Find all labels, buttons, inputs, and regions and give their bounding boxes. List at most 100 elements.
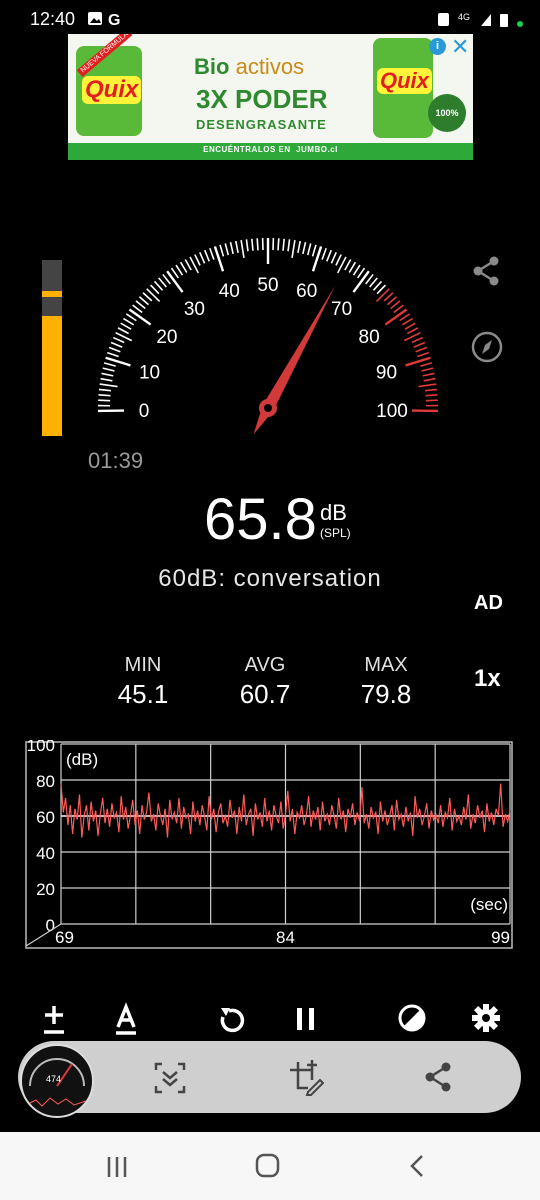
stat-max-value: 79.8: [360, 679, 412, 709]
ad-badge: NUEVA FÓRMULA: [76, 34, 133, 77]
status-notification-icons: G: [88, 12, 120, 27]
share-icon[interactable]: [470, 254, 504, 288]
gauge-tick: [321, 247, 327, 260]
thumbnail-value: 474: [46, 1074, 61, 1084]
stat-min-value: 45.1: [117, 679, 169, 709]
ad-headline: Bio activos: [194, 54, 304, 80]
gauge-tick: [369, 277, 378, 288]
sound-gauge: 0 10 20 30 40 50 60 70 80 90 100: [98, 238, 438, 435]
status-system-icons: 4G: [438, 12, 523, 27]
ad-brand-left: Quix: [82, 76, 142, 104]
gauge-tick: [372, 280, 383, 291]
gauge-tick: [401, 317, 413, 326]
gear-icon: [472, 1004, 500, 1032]
weighting-button[interactable]: [106, 1000, 146, 1040]
gauge-tick: [170, 267, 179, 279]
gauge-tick: [101, 372, 114, 377]
gauge-label: 0: [139, 401, 150, 422]
pause-button[interactable]: [286, 1000, 326, 1040]
gauge-tick: [158, 277, 167, 288]
stat-min: MIN 45.1: [88, 654, 198, 710]
gauge-tick: [123, 317, 135, 326]
reading-unit: dB: [320, 500, 347, 525]
gauge-tick: [108, 346, 121, 353]
system-navigation-bar: [0, 1132, 540, 1200]
noise-description: 60dB: conversation: [158, 565, 382, 592]
chart-x-label: (sec): [470, 895, 508, 914]
gauge-label: 10: [139, 362, 160, 383]
settings-button[interactable]: [466, 1000, 506, 1040]
level-meter-bar: [42, 260, 62, 436]
gauge-tick: [98, 388, 112, 392]
gauge-tick: [415, 346, 428, 353]
reset-icon: [220, 1008, 245, 1033]
chart-frame: [25, 741, 513, 949]
reading-unit-sub: (SPL): [320, 526, 351, 540]
ad-label[interactable]: AD: [474, 592, 503, 615]
gauge-tick: [375, 288, 390, 303]
home-icon[interactable]: [254, 1152, 282, 1180]
reset-button[interactable]: [212, 1000, 252, 1040]
gauge-tick: [103, 362, 116, 367]
recent-apps-icon[interactable]: [104, 1154, 130, 1180]
status-time: 12:40: [30, 9, 76, 29]
svg-text:G: G: [108, 12, 120, 27]
chart-x-tick: 84: [276, 928, 295, 947]
back-icon[interactable]: [404, 1152, 432, 1180]
gauge-label: 30: [184, 299, 205, 320]
gauge-tick: [393, 304, 404, 314]
elapsed-timer: 01:39: [88, 448, 144, 473]
gauge-tick: [390, 300, 401, 310]
speed-button[interactable]: 1x: [474, 665, 501, 693]
status-bar: 12:40 G 4G: [0, 0, 540, 34]
gauge-tick: [235, 240, 239, 254]
a-weighting-icon: [116, 1002, 136, 1035]
gauge-tick: [199, 251, 206, 264]
gauge-tick: [98, 399, 111, 402]
gauge-tick: [117, 327, 130, 335]
gauge-tick: [306, 243, 312, 256]
gauge-tick: [302, 242, 307, 255]
share-capture-icon[interactable]: [422, 1060, 456, 1094]
gauge-tick: [277, 238, 280, 251]
gauge-tick: [184, 259, 192, 271]
gauge-tick: [179, 261, 188, 273]
gauge-tick: [110, 341, 123, 348]
screenshot-thumbnail[interactable]: 474: [20, 1044, 94, 1118]
gauge-label: 60: [296, 281, 317, 302]
compass-icon[interactable]: [470, 330, 504, 364]
gauge-tick: [311, 244, 317, 257]
theme-button[interactable]: [392, 1000, 432, 1040]
level-meter-fill: [42, 316, 62, 436]
gauge-hub-center: [264, 404, 272, 412]
gauge-tick: [194, 254, 201, 266]
gauge-label: 90: [376, 362, 397, 383]
gauge-tick: [417, 351, 429, 358]
chart-x-tick: 69: [55, 928, 74, 947]
ad-close-icon[interactable]: ✕: [451, 34, 469, 60]
ad-banner[interactable]: Quix NUEVA FÓRMULA Bio activos 3X PODER …: [68, 34, 473, 160]
gauge-label: 100: [376, 401, 408, 422]
ad-info-icon[interactable]: i: [429, 38, 446, 55]
ad-product-image-left: Quix NUEVA FÓRMULA: [76, 34, 142, 136]
scroll-capture-icon[interactable]: [152, 1060, 188, 1096]
gauge-tick: [297, 240, 301, 254]
ad-product-image-right: Quix: [373, 38, 433, 138]
level-meter-peak: [42, 290, 62, 297]
ad-line2: 3X PODER: [196, 84, 328, 114]
edit-capture-icon[interactable]: [286, 1058, 324, 1096]
gauge-tick: [287, 239, 291, 252]
gauge-tick: [352, 264, 361, 276]
gauge-label: 50: [257, 275, 278, 296]
gauge-tick: [100, 377, 113, 382]
gauge-tick: [135, 300, 146, 310]
ad-footer: ENCUÉNTRALOS EN JUMBO.cl: [68, 145, 473, 154]
gauge-tick: [376, 284, 386, 295]
stat-avg-value: 60.7: [239, 679, 291, 709]
gauge-tick: [420, 362, 433, 367]
gauge-tick: [251, 238, 254, 251]
ad-brand-right: Quix: [377, 68, 432, 94]
stat-min-label: MIN: [124, 654, 162, 676]
calibrate-button[interactable]: [34, 1000, 74, 1040]
gauge-tick: [386, 296, 398, 306]
